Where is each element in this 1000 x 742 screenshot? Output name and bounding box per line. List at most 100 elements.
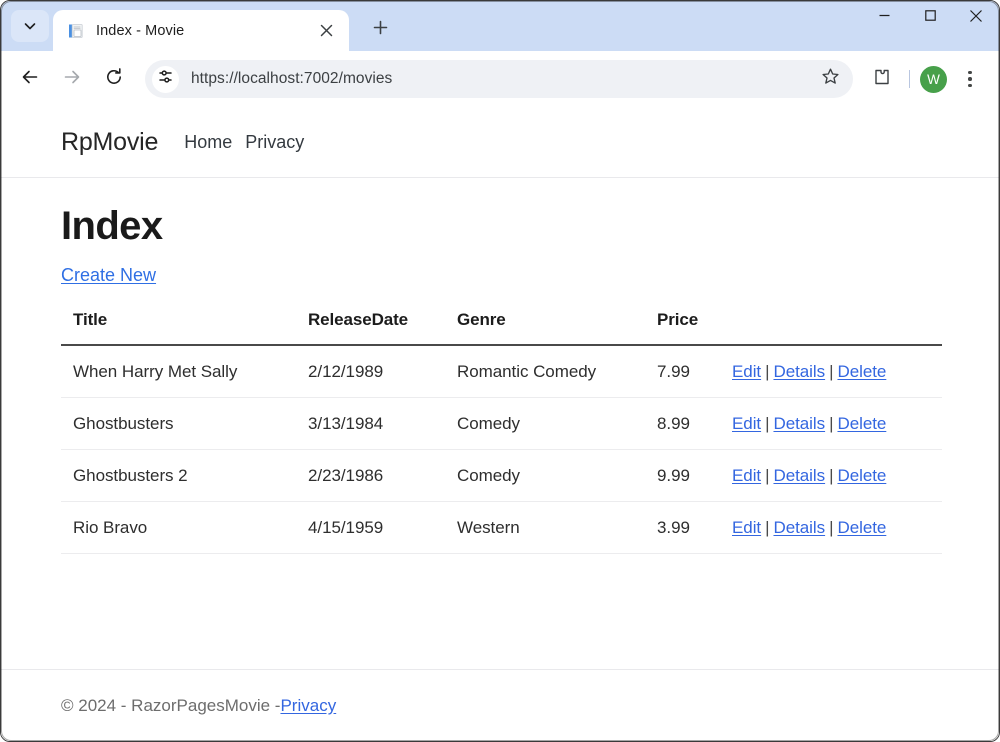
maximize-icon xyxy=(924,9,937,27)
details-link[interactable]: Details xyxy=(773,466,825,485)
cell-genre: Romantic Comedy xyxy=(457,345,657,398)
forward-button[interactable] xyxy=(53,60,91,98)
new-tab-button[interactable] xyxy=(363,13,397,47)
window-maximize-button[interactable] xyxy=(907,1,953,35)
nav-link-home[interactable]: Home xyxy=(184,132,232,153)
site-footer: © 2024 - RazorPagesMovie - Privacy xyxy=(1,669,999,741)
window-close-button[interactable] xyxy=(953,1,999,35)
reload-button[interactable] xyxy=(95,60,133,98)
footer-copyright: © 2024 - RazorPagesMovie - xyxy=(61,696,280,716)
create-new-link[interactable]: Create New xyxy=(61,265,156,286)
table-row: Rio Bravo 4/15/1959 Western 3.99 Edit|De… xyxy=(61,502,942,554)
cell-date: 2/23/1986 xyxy=(308,450,457,502)
cell-title: When Harry Met Sally xyxy=(61,345,308,398)
footer-privacy-link[interactable]: Privacy xyxy=(280,696,336,716)
table-row: Ghostbusters 2 2/23/1986 Comedy 9.99 Edi… xyxy=(61,450,942,502)
menu-dot xyxy=(968,84,972,88)
extensions-button[interactable] xyxy=(865,62,899,96)
page-viewport: RpMovie Home Privacy Index Create New Ti… xyxy=(1,107,999,741)
action-separator: | xyxy=(761,466,773,485)
window-controls xyxy=(861,1,999,51)
details-link[interactable]: Details xyxy=(773,362,825,381)
site-brand[interactable]: RpMovie xyxy=(61,128,158,157)
delete-link[interactable]: Delete xyxy=(837,414,886,433)
action-separator: | xyxy=(825,362,837,381)
action-separator: | xyxy=(761,414,773,433)
edit-link[interactable]: Edit xyxy=(732,414,761,433)
table-row: When Harry Met Sally 2/12/1989 Romantic … xyxy=(61,345,942,398)
browser-menu-button[interactable] xyxy=(953,62,987,96)
minimize-icon xyxy=(878,9,891,27)
table-row: Ghostbusters 3/13/1984 Comedy 8.99 Edit|… xyxy=(61,398,942,450)
tab-close-button[interactable] xyxy=(313,18,339,44)
column-header-actions xyxy=(732,310,942,345)
extensions-puzzle-icon xyxy=(872,67,892,92)
cell-actions: Edit|Details|Delete xyxy=(732,398,942,450)
movies-table-head: Title ReleaseDate Genre Price xyxy=(61,310,942,345)
browser-tab[interactable]: Index - Movie xyxy=(53,10,349,51)
cell-genre: Comedy xyxy=(457,450,657,502)
column-header-title: Title xyxy=(61,310,308,345)
star-icon xyxy=(821,67,840,91)
details-link[interactable]: Details xyxy=(773,518,825,537)
action-separator: | xyxy=(761,362,773,381)
edit-link[interactable]: Edit xyxy=(732,466,761,485)
movies-table: Title ReleaseDate Genre Price When Harry… xyxy=(61,310,942,554)
action-separator: | xyxy=(825,518,837,537)
cell-title: Rio Bravo xyxy=(61,502,308,554)
column-header-price: Price xyxy=(657,310,732,345)
document-page-icon xyxy=(67,22,85,40)
address-bar[interactable]: https://localhost:7002/movies xyxy=(145,60,853,98)
avatar[interactable]: W xyxy=(920,66,947,93)
cell-genre: Western xyxy=(457,502,657,554)
tab-strip: Index - Movie xyxy=(1,1,999,51)
cell-title: Ghostbusters xyxy=(61,398,308,450)
delete-link[interactable]: Delete xyxy=(837,466,886,485)
edit-link[interactable]: Edit xyxy=(732,518,761,537)
tab-search-button[interactable] xyxy=(11,10,49,42)
tab-title: Index - Movie xyxy=(96,23,313,39)
site-navbar: RpMovie Home Privacy xyxy=(1,107,999,178)
delete-link[interactable]: Delete xyxy=(837,362,886,381)
cell-date: 4/15/1959 xyxy=(308,502,457,554)
edit-link[interactable]: Edit xyxy=(732,362,761,381)
browser-window: Index - Movie xyxy=(0,0,1000,742)
delete-link[interactable]: Delete xyxy=(837,518,886,537)
arrow-left-icon xyxy=(20,67,40,92)
url-text[interactable]: https://localhost:7002/movies xyxy=(191,70,815,88)
bookmark-button[interactable] xyxy=(815,64,845,94)
back-button[interactable] xyxy=(11,60,49,98)
action-separator: | xyxy=(761,518,773,537)
site-information-button[interactable] xyxy=(152,66,179,93)
cell-price: 8.99 xyxy=(657,398,732,450)
arrow-right-icon xyxy=(62,67,82,92)
nav-link-privacy[interactable]: Privacy xyxy=(245,132,304,153)
browser-toolbar: https://localhost:7002/movies W xyxy=(1,51,999,107)
table-header-row: Title ReleaseDate Genre Price xyxy=(61,310,942,345)
cell-price: 9.99 xyxy=(657,450,732,502)
cell-price: 7.99 xyxy=(657,345,732,398)
column-header-genre: Genre xyxy=(457,310,657,345)
menu-dot xyxy=(968,77,972,81)
column-header-releasedate: ReleaseDate xyxy=(308,310,457,345)
cell-price: 3.99 xyxy=(657,502,732,554)
close-icon xyxy=(969,9,983,28)
action-separator: | xyxy=(825,414,837,433)
tune-sliders-icon xyxy=(157,68,174,90)
toolbar-separator xyxy=(909,70,910,88)
page-main: Index Create New Title ReleaseDate Genre… xyxy=(1,178,999,667)
cell-actions: Edit|Details|Delete xyxy=(732,345,942,398)
cell-actions: Edit|Details|Delete xyxy=(732,502,942,554)
page-title: Index xyxy=(61,178,939,248)
three-dots-vertical-icon xyxy=(968,71,972,75)
chevron-down-icon xyxy=(23,19,37,33)
reload-icon xyxy=(104,67,124,92)
details-link[interactable]: Details xyxy=(773,414,825,433)
cell-date: 3/13/1984 xyxy=(308,398,457,450)
cell-actions: Edit|Details|Delete xyxy=(732,450,942,502)
action-separator: | xyxy=(825,466,837,485)
cell-title: Ghostbusters 2 xyxy=(61,450,308,502)
movies-table-body: When Harry Met Sally 2/12/1989 Romantic … xyxy=(61,345,942,554)
plus-icon xyxy=(373,20,388,40)
window-minimize-button[interactable] xyxy=(861,1,907,35)
